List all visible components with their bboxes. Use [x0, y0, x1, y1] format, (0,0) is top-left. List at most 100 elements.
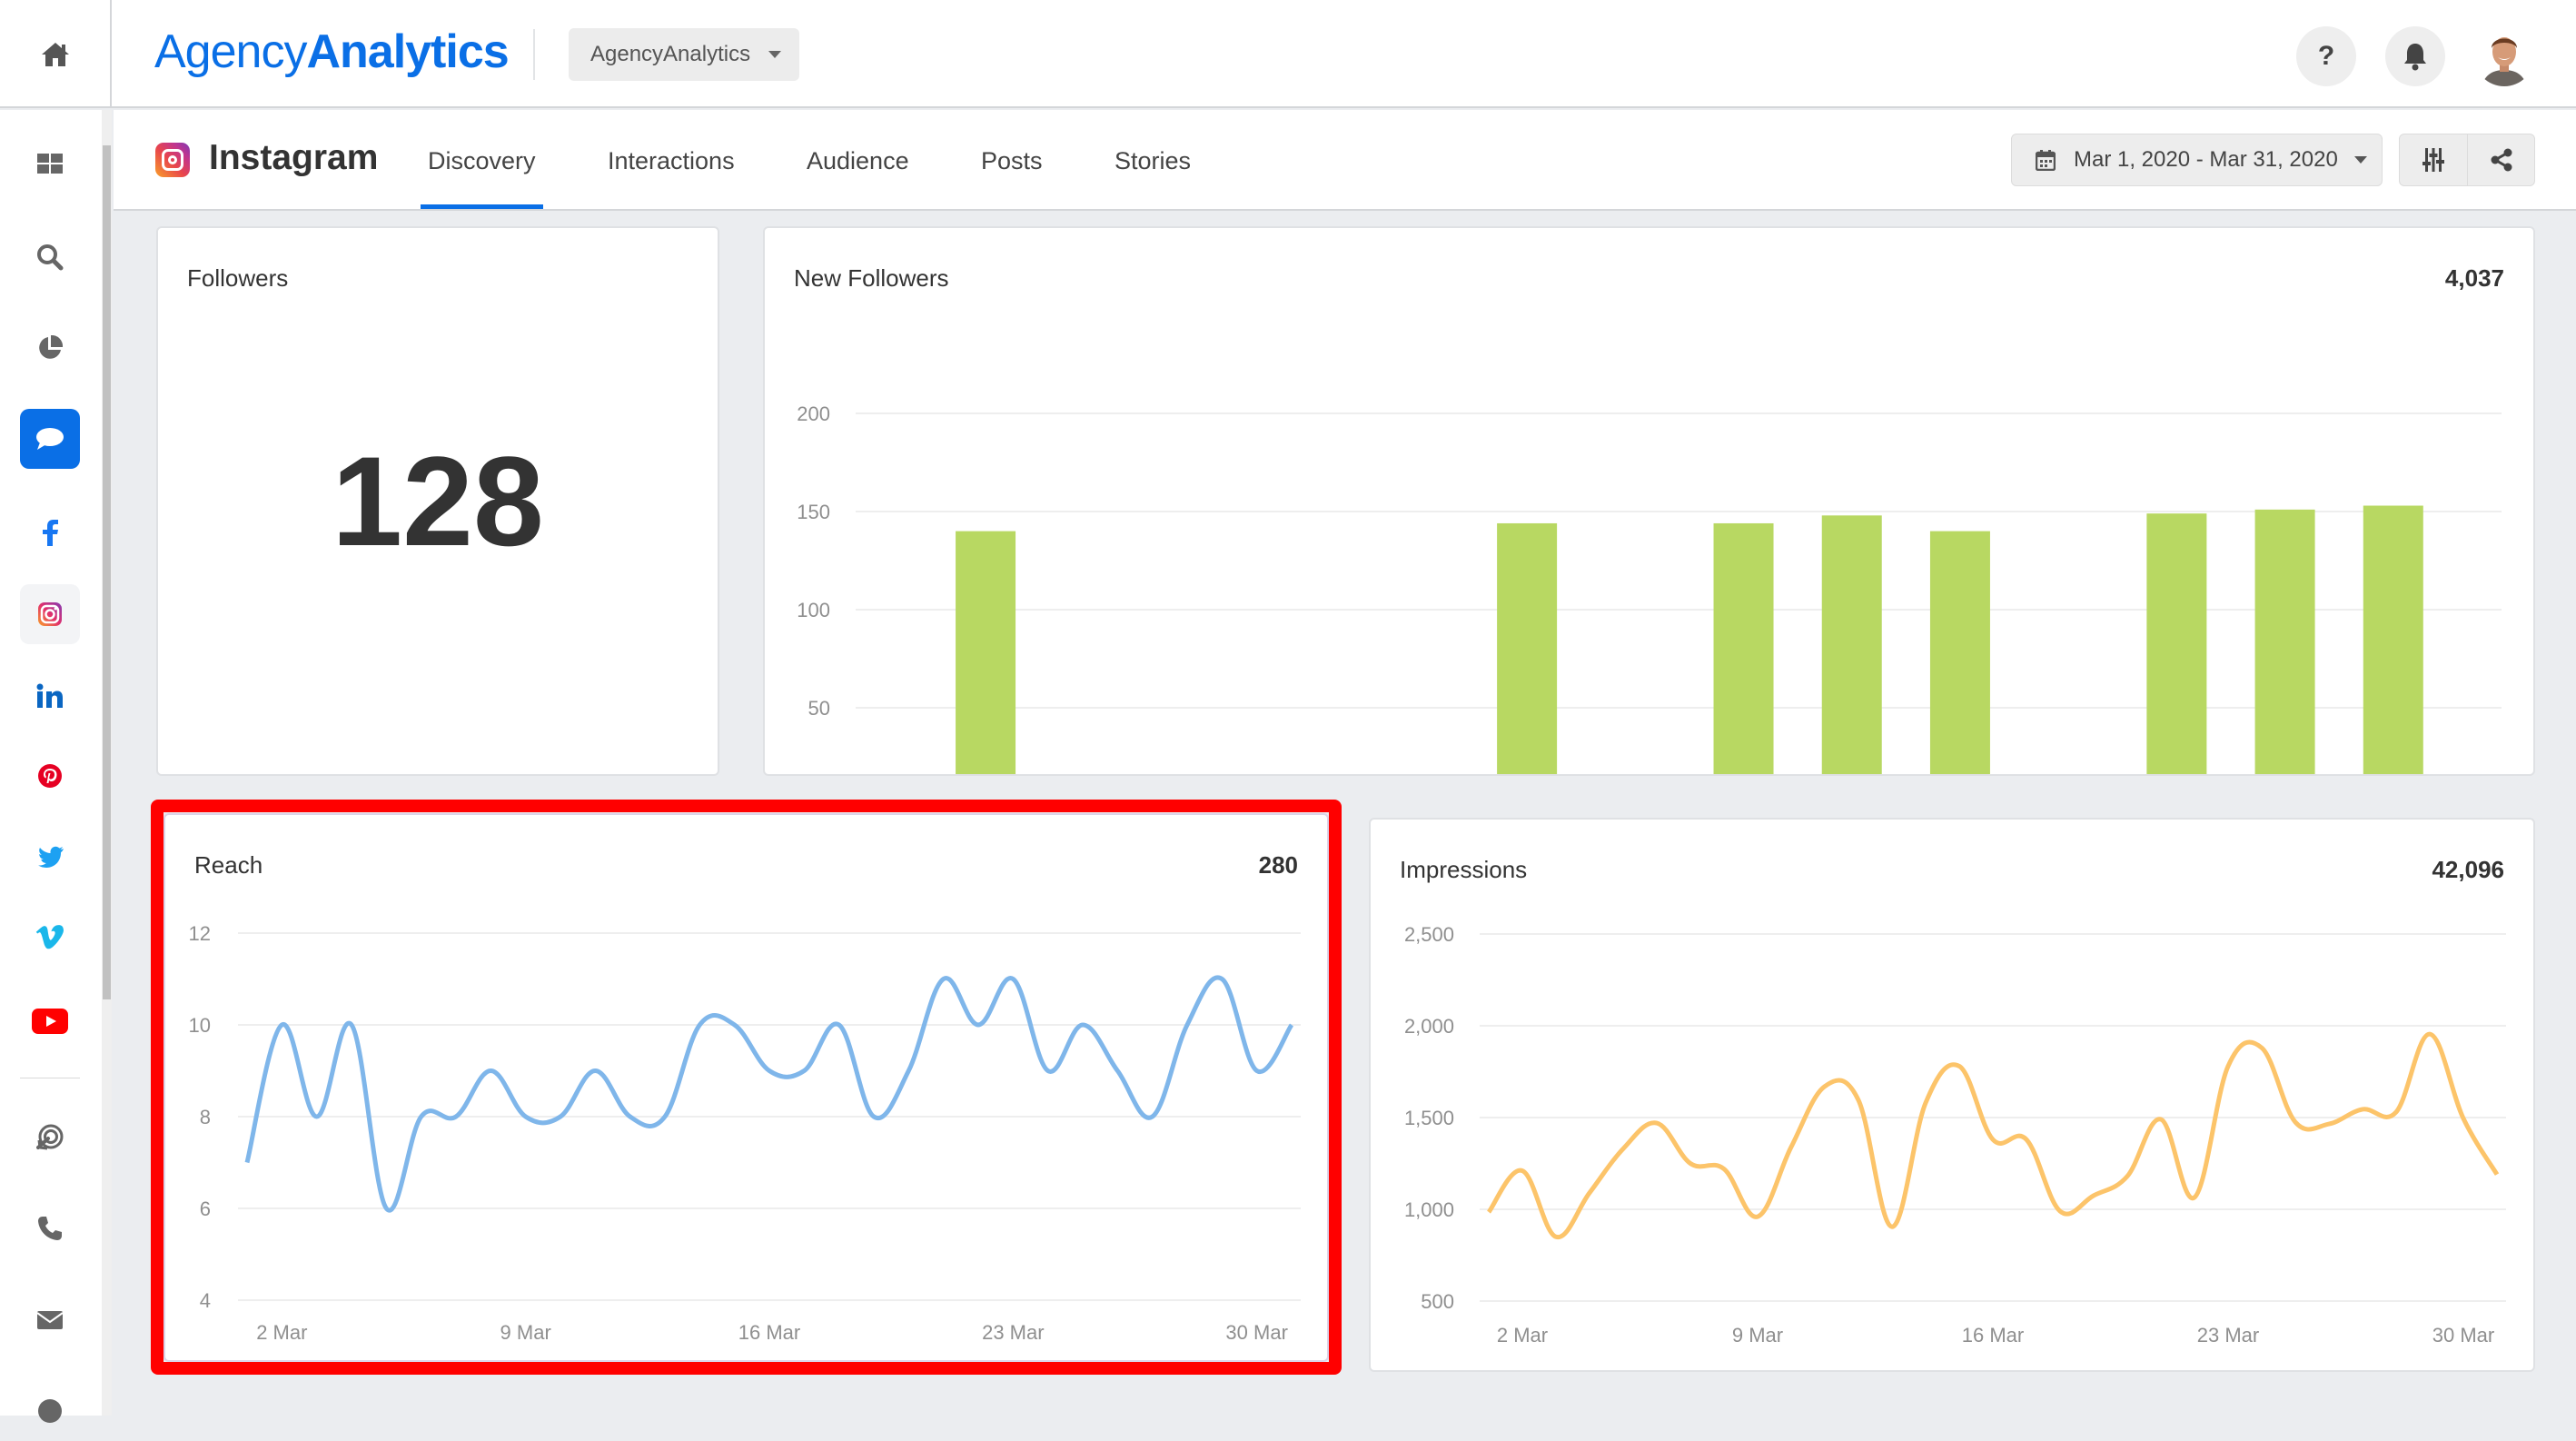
sidebar-item-facebook[interactable] — [20, 502, 80, 562]
data-point[interactable] — [1987, 1134, 1998, 1145]
sidebar-item-linkedin[interactable] — [20, 666, 80, 726]
bar[interactable] — [1713, 522, 1774, 774]
data-point[interactable] — [312, 1111, 322, 1122]
data-point[interactable] — [590, 1066, 600, 1077]
data-point[interactable] — [1216, 974, 1227, 985]
sidebar-item-instagram[interactable] — [20, 584, 80, 644]
data-point[interactable] — [659, 1111, 670, 1122]
data-point[interactable] — [1853, 1095, 1864, 1106]
tab-audience[interactable]: Audience — [807, 147, 909, 211]
sidebar-item-youtube[interactable] — [20, 991, 80, 1051]
tab-posts[interactable]: Posts — [981, 147, 1043, 211]
data-point[interactable] — [1618, 1143, 1629, 1154]
data-point[interactable] — [764, 1066, 775, 1077]
sidebar-item-dashboard[interactable] — [20, 134, 80, 194]
agencyanalytics-logo[interactable]: AgencyAnalytics — [154, 20, 510, 84]
bar[interactable] — [1821, 515, 1882, 774]
data-point[interactable] — [2290, 1117, 2301, 1128]
data-point[interactable] — [938, 974, 949, 985]
sidebar-item-vimeo[interactable] — [20, 908, 80, 968]
data-point[interactable] — [1651, 1118, 1662, 1128]
sidebar-item-phone[interactable] — [20, 1198, 80, 1258]
bar[interactable] — [956, 531, 1016, 774]
share-button[interactable] — [2467, 134, 2534, 185]
data-point[interactable] — [729, 1019, 740, 1030]
data-point[interactable] — [451, 1111, 461, 1122]
sidebar-item-more[interactable] — [20, 1381, 80, 1441]
sidebar-item-call-tracking[interactable] — [20, 1108, 80, 1168]
customize-button[interactable] — [2400, 134, 2467, 185]
data-point[interactable] — [346, 1019, 357, 1030]
data-point[interactable] — [381, 1203, 391, 1214]
data-point[interactable] — [694, 1019, 705, 1030]
data-point[interactable] — [834, 1019, 845, 1030]
data-point[interactable] — [2223, 1060, 2234, 1071]
sidebar-item-twitter[interactable] — [20, 828, 80, 888]
data-point[interactable] — [1719, 1164, 1729, 1175]
help-button[interactable]: ? — [2296, 26, 2356, 86]
data-point[interactable] — [2155, 1114, 2166, 1125]
data-point[interactable] — [520, 1111, 531, 1122]
data-point[interactable] — [1182, 1019, 1193, 1030]
data-point[interactable] — [2391, 1107, 2402, 1118]
sidebar-item-social[interactable] — [20, 409, 80, 469]
notifications-button[interactable] — [2385, 26, 2445, 86]
data-point[interactable] — [2055, 1206, 2066, 1217]
data-point[interactable] — [1007, 974, 1018, 985]
data-point[interactable] — [2021, 1134, 2032, 1145]
data-point[interactable] — [1752, 1211, 1763, 1222]
bar[interactable] — [1497, 522, 1558, 774]
data-point[interactable] — [1954, 1060, 1965, 1071]
data-point[interactable] — [625, 1111, 636, 1122]
data-point[interactable] — [1920, 1098, 1931, 1108]
data-point[interactable] — [2189, 1192, 2200, 1203]
bar[interactable] — [2146, 513, 2207, 774]
data-point[interactable] — [1043, 1066, 1054, 1077]
bar[interactable] — [2363, 505, 2423, 774]
data-point[interactable] — [276, 1019, 287, 1030]
data-point[interactable] — [2458, 1113, 2469, 1124]
data-point[interactable] — [798, 1066, 809, 1077]
data-point[interactable] — [555, 1111, 566, 1122]
data-point[interactable] — [1685, 1158, 1696, 1169]
data-point[interactable] — [2424, 1029, 2435, 1039]
sidebar-scrollbar-thumb[interactable] — [103, 145, 111, 999]
bar[interactable] — [1929, 531, 1990, 774]
data-point[interactable] — [242, 1158, 253, 1168]
sidebar-item-pinterest[interactable] — [20, 746, 80, 806]
sidebar-item-email[interactable] — [20, 1290, 80, 1350]
data-point[interactable] — [973, 1019, 984, 1030]
user-avatar[interactable] — [2474, 26, 2534, 86]
data-point[interactable] — [1252, 1066, 1263, 1077]
account-selector[interactable]: AgencyAnalytics — [569, 28, 799, 81]
data-point[interactable] — [1819, 1081, 1830, 1092]
data-point[interactable] — [416, 1111, 427, 1122]
tab-stories[interactable]: Stories — [1115, 147, 1191, 211]
data-point[interactable] — [485, 1066, 496, 1077]
date-range-picker[interactable]: Mar 1, 2020 - Mar 31, 2020 — [2011, 134, 2383, 186]
sidebar-item-seo[interactable] — [20, 227, 80, 287]
data-point[interactable] — [1147, 1111, 1158, 1122]
home-button[interactable] — [0, 0, 112, 108]
data-point[interactable] — [2323, 1118, 2334, 1129]
data-point[interactable] — [1786, 1141, 1797, 1152]
data-point[interactable] — [2122, 1171, 2133, 1182]
data-point[interactable] — [1286, 1019, 1297, 1030]
data-point[interactable] — [1551, 1231, 1561, 1242]
tab-discovery[interactable]: Discovery — [421, 147, 543, 211]
data-point[interactable] — [2256, 1042, 2267, 1053]
data-point[interactable] — [1887, 1221, 1897, 1232]
data-point[interactable] — [1517, 1166, 1528, 1177]
sidebar-item-reports[interactable] — [20, 318, 80, 378]
data-point[interactable] — [1112, 1066, 1123, 1077]
data-point[interactable] — [1584, 1188, 1595, 1198]
bar[interactable] — [2254, 509, 2315, 774]
data-point[interactable] — [2357, 1104, 2368, 1115]
data-point[interactable] — [1483, 1207, 1494, 1217]
tab-interactions[interactable]: Interactions — [608, 147, 735, 211]
data-point[interactable] — [2088, 1190, 2099, 1201]
data-point[interactable] — [868, 1111, 879, 1122]
data-point[interactable] — [903, 1066, 914, 1077]
data-point[interactable] — [1077, 1019, 1088, 1030]
data-point[interactable] — [2492, 1169, 2502, 1180]
